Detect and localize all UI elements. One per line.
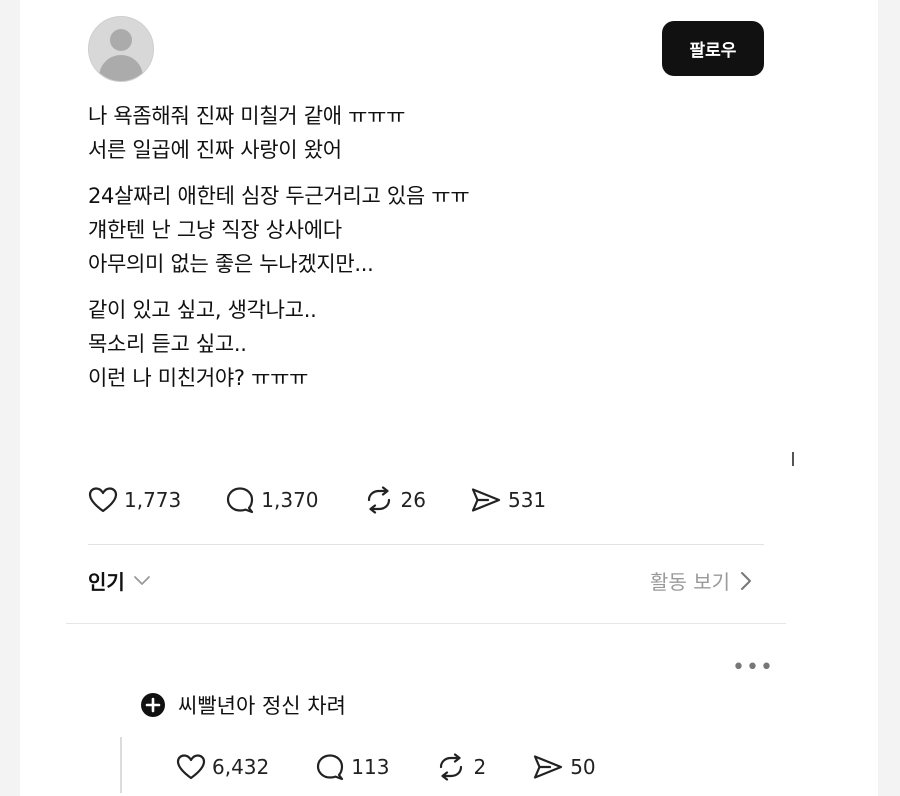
divider — [88, 544, 764, 545]
post-line: 목소리 듣고 싶고.. — [88, 332, 247, 356]
post-actions: 1,773 1,370 26 531 — [88, 482, 590, 518]
thread-page: 팔로우 나 욕좀해줘 진짜 미칠거 같애 ㅠㅠㅠ 서른 일곱에 진짜 사랑이 왔… — [20, 0, 878, 796]
like-count: 6,432 — [212, 755, 270, 779]
repost-button[interactable]: 2 — [435, 753, 486, 781]
chevron-right-icon — [741, 571, 751, 590]
share-button[interactable]: 50 — [532, 753, 596, 781]
plus-circle-icon[interactable] — [140, 692, 166, 718]
avatar[interactable] — [88, 16, 154, 82]
share-button[interactable]: 531 — [470, 486, 546, 514]
more-icon[interactable]: ••• — [732, 655, 774, 680]
avatar-head-shape — [110, 29, 132, 51]
reply-count: 1,370 — [261, 488, 319, 512]
like-button[interactable]: 1,773 — [88, 486, 181, 514]
divider — [66, 623, 786, 624]
share-count: 50 — [570, 755, 596, 779]
heart-icon — [176, 754, 206, 780]
post-line: 24살짜리 애한테 심장 두근거리고 있음 ㅠㅠ — [88, 184, 470, 208]
post-line: 나 욕좀해줘 진짜 미칠거 같애 ㅠㅠㅠ — [88, 104, 406, 128]
reply-count: 113 — [351, 755, 390, 779]
like-button[interactable]: 6,432 — [176, 753, 269, 781]
follow-button[interactable]: 팔로우 — [662, 21, 764, 76]
share-icon — [471, 488, 501, 512]
post-paragraph: 같이 있고 싶고, 생각나고.. 목소리 듣고 싶고.. 이런 나 미친거야? … — [88, 293, 768, 395]
comment-icon — [227, 487, 254, 514]
chevron-down-icon — [133, 575, 150, 585]
reply-actions: 6,432 113 2 50 — [176, 750, 642, 784]
comment-icon — [317, 754, 344, 781]
share-icon — [534, 755, 563, 779]
avatar-body-shape — [99, 55, 143, 81]
repost-icon — [440, 753, 463, 781]
post-body: 나 욕좀해줘 진짜 미칠거 같애 ㅠㅠㅠ 서른 일곱에 진짜 사랑이 왔어 24… — [88, 99, 768, 407]
post-paragraph: 나 욕좀해줘 진짜 미칠거 같애 ㅠㅠㅠ 서른 일곱에 진짜 사랑이 왔어 — [88, 99, 768, 167]
post-line: 아무의미 없는 좋은 누나겠지만... — [88, 252, 374, 276]
repost-icon — [367, 486, 390, 514]
post-line: 이런 나 미친거야? ㅠㅠㅠ — [88, 366, 309, 390]
post-paragraph: 24살짜리 애한테 심장 두근거리고 있음 ㅠㅠ 걔한텐 난 그냥 직장 상사에… — [88, 179, 768, 281]
post-line: 걔한텐 난 그냥 직장 상사에다 — [88, 218, 342, 242]
text-cursor — [792, 452, 794, 466]
sort-label: 인기 — [88, 570, 125, 594]
repost-count: 26 — [400, 488, 426, 512]
repost-count: 2 — [473, 755, 487, 779]
reply-button[interactable]: 113 — [315, 753, 389, 781]
reply-text: 씨빨년아 정신 차려 — [178, 694, 346, 718]
post-line: 서른 일곱에 진짜 사랑이 왔어 — [88, 138, 342, 162]
post-line: 같이 있고 싶고, 생각나고.. — [88, 298, 317, 322]
reply-button[interactable]: 1,370 — [225, 486, 319, 514]
view-activity-label: 활동 보기 — [650, 570, 730, 594]
heart-icon — [88, 487, 118, 513]
reply-item: 씨빨년아 정신 차려 — [140, 690, 346, 720]
view-activity-link[interactable]: 활동 보기 — [650, 566, 752, 595]
thread-line — [120, 737, 122, 793]
sort-dropdown[interactable]: 인기 — [88, 566, 151, 595]
share-count: 531 — [507, 488, 547, 512]
repost-button[interactable]: 26 — [363, 486, 426, 514]
like-count: 1,773 — [124, 488, 182, 512]
